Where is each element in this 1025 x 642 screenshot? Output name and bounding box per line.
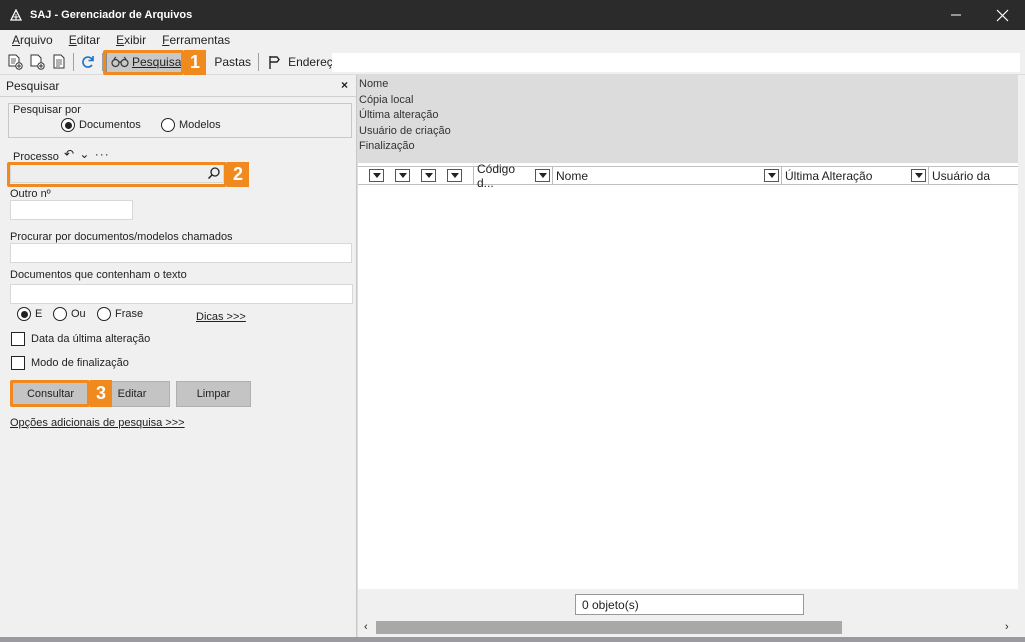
toolbar-separator <box>258 53 260 71</box>
menu-editar[interactable]: Editar <box>69 33 100 47</box>
close-icon <box>996 9 1008 21</box>
property-last-change: Última alteração <box>359 109 439 121</box>
property-local-copy: Cópia local <box>359 93 414 106</box>
radio-documents-label: Documentos <box>79 119 141 131</box>
radio-mode-phrase-indicator <box>97 307 111 321</box>
find-named-label: Procurar por documentos/modelos chamados <box>10 231 233 243</box>
address-field[interactable] <box>332 53 1020 72</box>
toolbar-separator <box>73 53 74 71</box>
find-named-input[interactable] <box>10 243 352 263</box>
close-window-button[interactable] <box>979 0 1025 30</box>
radio-mode-and-indicator <box>17 307 31 321</box>
finalization-mode-checkbox[interactable]: Modo de finalização <box>11 356 129 370</box>
contains-text-input[interactable] <box>10 284 353 304</box>
radio-mode-phrase[interactable]: Frase <box>97 307 143 321</box>
vertical-scrollbar[interactable] <box>1018 75 1025 642</box>
horizontal-scrollbar[interactable]: ‹ › <box>358 619 1018 637</box>
column-filter-dropdown[interactable] <box>395 169 410 182</box>
last-change-date-label: Data da última alteração <box>31 333 151 345</box>
radio-documents[interactable]: Documentos <box>61 118 141 132</box>
callout-frame-3 <box>10 380 90 407</box>
radio-mode-and-label: E <box>35 308 43 320</box>
column-last-change[interactable]: Última Alteração <box>781 167 911 184</box>
radio-mode-or-label: Ou <box>71 308 86 320</box>
scroll-left-icon[interactable]: ‹ <box>364 621 368 633</box>
title-bar: SAJ - Gerenciador de Arquivos <box>0 0 1025 30</box>
callout-badge-1: 1 <box>184 50 206 75</box>
scroll-right-icon[interactable]: › <box>1005 621 1009 633</box>
column-user[interactable]: Usuário da <box>928 167 992 184</box>
column-filter-dropdown[interactable] <box>421 169 436 182</box>
last-change-date-checkbox[interactable]: Data da última alteração <box>11 332 150 346</box>
minimize-button[interactable] <box>933 0 979 30</box>
search-panel-header: Pesquisar × <box>0 75 356 97</box>
refresh-icon[interactable] <box>77 51 99 73</box>
search-panel-title: Pesquisar <box>6 78 60 93</box>
column-name[interactable]: Nome <box>552 167 764 184</box>
document-properties-icon[interactable] <box>48 51 70 73</box>
column-filter-dropdown[interactable] <box>535 169 550 182</box>
results-panel: Nome Cópia local Última alteração Usuári… <box>358 75 1025 642</box>
other-number-label: Outro nº <box>10 188 51 200</box>
menu-bar: Arquivo Editar Exibir Ferramentas <box>0 30 1025 50</box>
search-by-label: Pesquisar por <box>13 104 81 116</box>
scroll-thumb[interactable] <box>376 621 842 634</box>
column-filter-dropdown[interactable] <box>764 169 779 182</box>
radio-models[interactable]: Modelos <box>161 118 221 132</box>
radio-mode-and[interactable]: E <box>17 307 42 321</box>
radio-documents-indicator <box>61 118 75 132</box>
taskbar-edge <box>0 637 1025 642</box>
process-history-controls[interactable]: ↶ ⌄ ··· <box>64 147 110 161</box>
radio-models-label: Modelos <box>179 119 221 131</box>
radio-models-indicator <box>161 118 175 132</box>
object-count: 0 objeto(s) <box>575 594 804 615</box>
finalization-mode-box <box>11 356 25 370</box>
properties-list: Nome Cópia local Última alteração Usuári… <box>358 75 1018 163</box>
callout-badge-3: 3 <box>90 380 112 407</box>
status-bar: 0 objeto(s) <box>358 589 1018 619</box>
contains-text-label: Documentos que contenham o texto <box>10 269 187 281</box>
radio-mode-or-indicator <box>53 307 67 321</box>
window-title: SAJ - Gerenciador de Arquivos <box>30 9 193 21</box>
menu-exibir[interactable]: Exibir <box>116 33 146 47</box>
column-filter-dropdown[interactable] <box>369 169 384 182</box>
radio-mode-phrase-label: Frase <box>115 308 144 320</box>
column-filter-dropdown[interactable] <box>447 169 462 182</box>
column-filter-dropdown[interactable] <box>911 169 926 182</box>
property-created-by: Usuário de criação <box>359 124 451 137</box>
clear-button[interactable]: Limpar <box>176 381 251 407</box>
callout-badge-2: 2 <box>227 162 249 187</box>
other-number-input[interactable] <box>10 200 133 220</box>
property-name: Nome <box>359 78 389 90</box>
menu-ferramentas[interactable]: Ferramentas <box>162 33 230 47</box>
finalization-mode-label: Modo de finalização <box>31 357 129 369</box>
menu-arquivo[interactable]: Arquivo <box>12 33 53 47</box>
folders-toolbar-label: Pastas <box>214 55 252 69</box>
minimize-icon <box>951 14 961 16</box>
callout-frame-2 <box>7 162 227 187</box>
column-code[interactable]: Código d... <box>473 162 535 190</box>
close-panel-icon[interactable]: × <box>341 78 348 92</box>
more-options-link[interactable]: Opções adicionais de pesquisa >>> <box>10 417 185 429</box>
new-model-icon[interactable] <box>26 51 48 73</box>
property-finalization: Finalização <box>359 140 415 152</box>
search-by-group: Pesquisar por Documentos Modelos <box>8 103 352 138</box>
search-panel: Pesquisar × Pesquisar por Documentos Mod… <box>0 75 357 642</box>
radio-mode-or[interactable]: Ou <box>53 307 86 321</box>
last-change-date-box <box>11 332 25 346</box>
folders-toolbar-button[interactable]: Pastas <box>210 51 255 73</box>
app-logo-icon <box>8 7 24 23</box>
results-column-header: Código d... Nome Última Alteração Usuári… <box>358 162 1018 190</box>
callout-frame-1 <box>103 50 184 75</box>
tips-link[interactable]: Dicas >>> <box>196 311 246 323</box>
signpost-icon <box>269 56 280 69</box>
new-document-icon[interactable] <box>4 51 26 73</box>
